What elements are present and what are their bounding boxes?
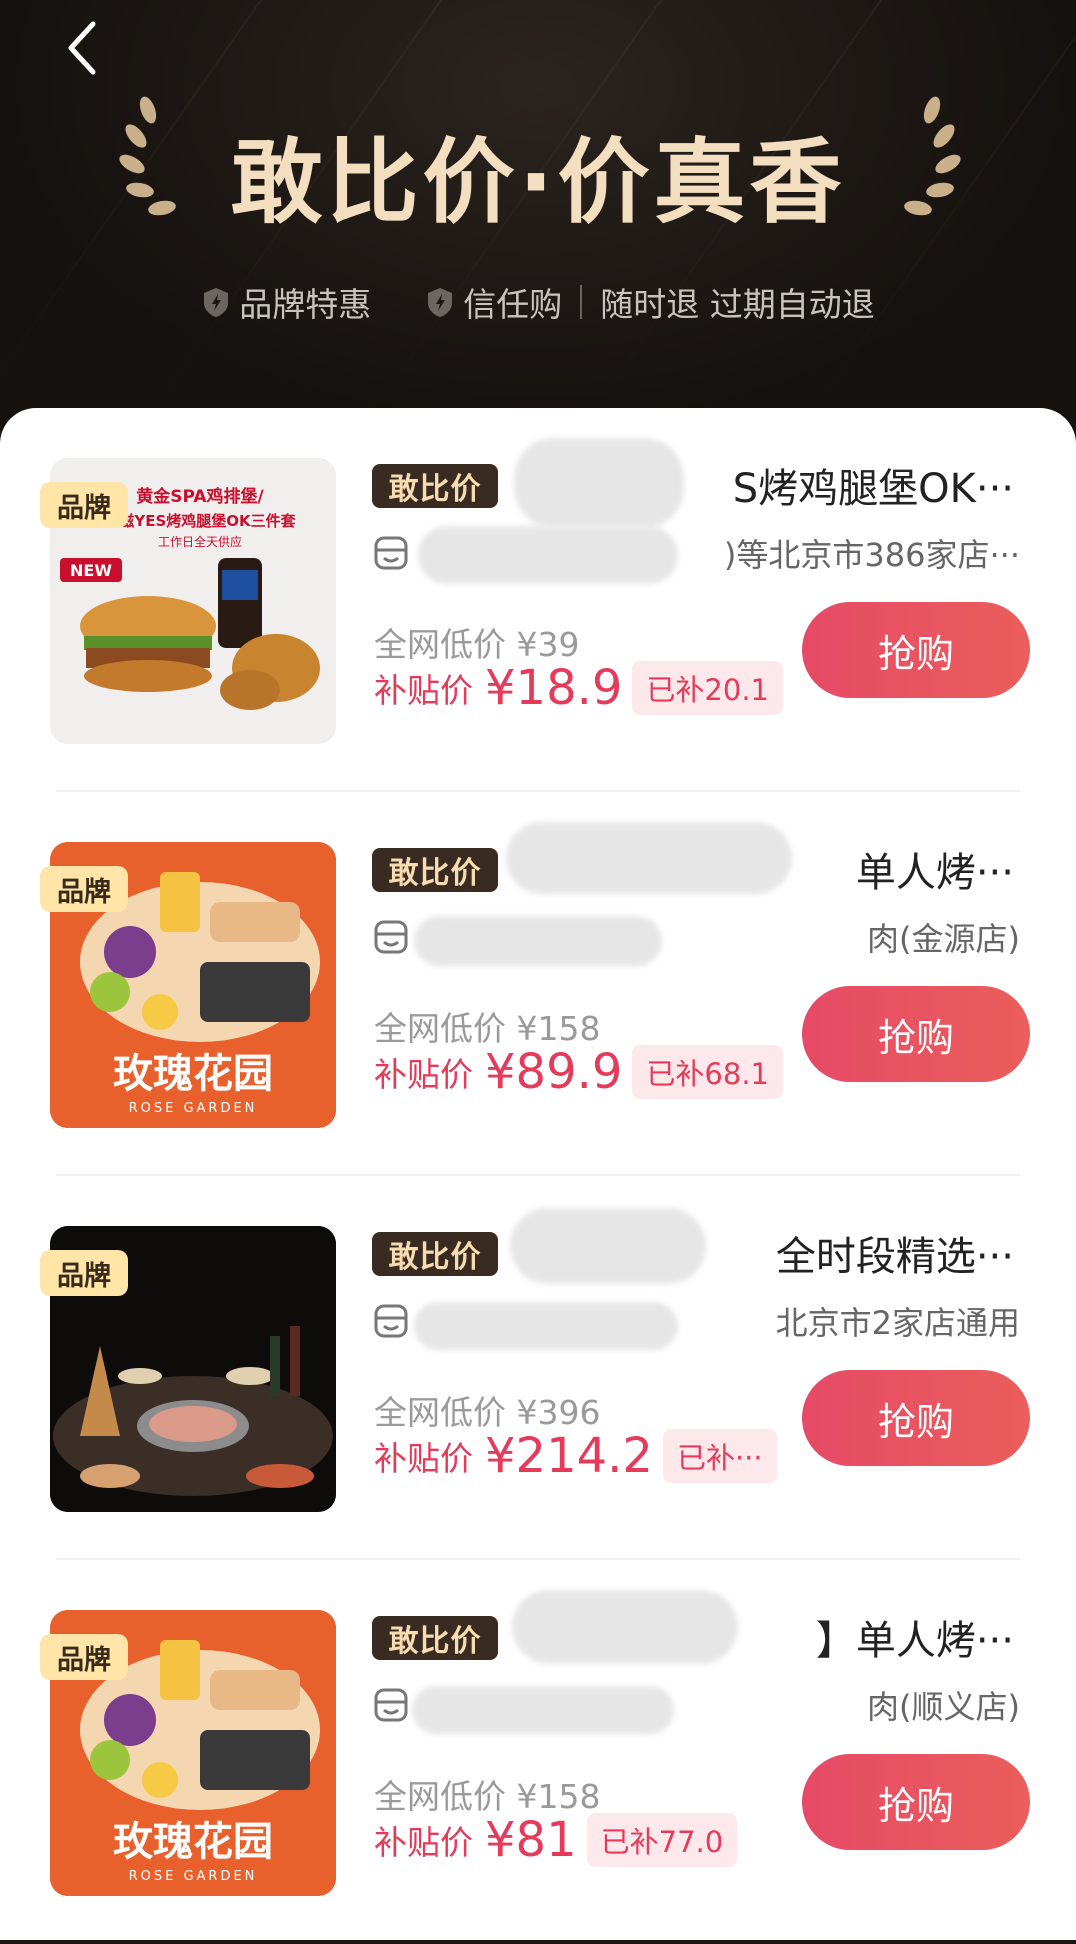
subsidy-price-row: 补贴价 ¥81 已补77.0 <box>374 1812 738 1868</box>
buy-button[interactable]: 抢购 <box>802 986 1030 1082</box>
brand-name: 玫瑰花园 <box>113 1819 273 1865</box>
subsidy-label: 补贴价 <box>374 671 473 710</box>
feature-trust-buy: 信任购 <box>425 278 562 326</box>
redaction-blur <box>514 438 684 528</box>
redaction-blur <box>506 822 792 894</box>
redaction-blur <box>418 526 678 584</box>
subsidy-price-row: 补贴价 ¥18.9 已补20.1 <box>374 660 783 716</box>
redaction-blur <box>512 1590 738 1664</box>
brand-tag: 品牌 <box>40 1634 128 1680</box>
brand-tag: 品牌 <box>40 866 128 912</box>
redaction-blur <box>414 1302 678 1350</box>
subsidy-price: ¥214.2 <box>485 1428 653 1484</box>
saved-amount-badge: 已补77.0 <box>586 1813 738 1867</box>
store-icon <box>374 1304 408 1338</box>
brand-sub: ROSE GARDEN <box>129 1869 258 1884</box>
subsidy-price-row: 补贴价 ¥214.2 已补··· <box>374 1428 777 1484</box>
shield-bolt-icon <box>204 288 229 317</box>
subsidy-label: 补贴价 <box>374 1439 473 1478</box>
divider <box>580 285 583 319</box>
original-price: 全网低价 ¥158 <box>374 1009 601 1048</box>
back-button[interactable] <box>62 18 102 78</box>
new-label: NEW <box>70 561 112 580</box>
page-title: 敢比价·价真香 <box>230 129 846 236</box>
store-icon <box>374 1688 408 1722</box>
brand-sub: ROSE GARDEN <box>129 1101 258 1116</box>
price-compare-badge: 敢比价 <box>372 848 498 892</box>
deal-card[interactable]: 玫瑰花园 ROSE GARDEN 品牌 敢比价 】单人烤··· 肉(顺义店) 全… <box>0 1560 1076 1944</box>
store-icon <box>374 920 408 954</box>
image-text: 工作日全天供应 <box>158 534 242 549</box>
deal-card[interactable]: 玫瑰花园 ROSE GARDEN 品牌 敢比价 单人烤··· ‍肉(金源店) 全… <box>0 792 1076 1176</box>
redaction-blur <box>412 1686 674 1734</box>
store-icon <box>374 536 408 570</box>
buy-button[interactable]: 抢购 <box>802 1370 1030 1466</box>
original-price: 全网低价 ¥396 <box>374 1393 601 1432</box>
header-banner: 敢比价·价真香 品牌特惠 信任购 随时退 过期自动退 <box>0 0 1076 430</box>
feature-label: 品牌特惠 <box>239 285 372 324</box>
price-compare-badge: 敢比价 <box>372 1232 498 1276</box>
deal-list: 黄金SPA鸡排堡/ 滋滋YES烤鸡腿堡OK三件套 工作日全天供应 NEW 品牌 … <box>0 408 1076 1940</box>
feature-label: 信任购 <box>463 285 563 324</box>
subsidy-price: ¥18.9 <box>485 660 623 716</box>
saved-amount-badge: 已补··· <box>662 1429 777 1483</box>
subsidy-price-row: 补贴价 ¥89.9 已补68.1 <box>374 1044 783 1100</box>
subsidy-label: 补贴价 <box>374 1823 473 1862</box>
saved-amount-badge: 已补68.1 <box>632 1045 783 1099</box>
subsidy-price: ¥81 <box>485 1812 577 1868</box>
redaction-blur <box>414 916 662 966</box>
subsidy-price: ¥89.9 <box>485 1044 623 1100</box>
price-compare-badge: 敢比价 <box>372 1616 498 1660</box>
redaction-blur <box>510 1208 706 1284</box>
brand-name: 玫瑰花园 <box>113 1051 273 1097</box>
subsidy-label: 补贴价 <box>374 1055 473 1094</box>
store-info: ‍肉(金源店) <box>867 920 1020 958</box>
feature-brand-deal: 品牌特惠 <box>201 278 371 326</box>
brand-tag: 品牌 <box>40 482 128 528</box>
buy-button[interactable]: 抢购 <box>802 1754 1030 1850</box>
feature-strip: 品牌特惠 信任购 随时退 过期自动退 <box>0 278 1076 326</box>
shield-bolt-icon <box>428 288 453 317</box>
feature-label: 随时退 过期自动退 <box>600 285 875 324</box>
deal-card[interactable]: 黄金SPA鸡排堡/ 滋滋YES烤鸡腿堡OK三件套 工作日全天供应 NEW 品牌 … <box>0 408 1076 792</box>
image-text: 滋滋YES烤鸡腿堡OK三件套 <box>104 512 296 530</box>
chevron-left-icon <box>68 21 96 75</box>
brand-tag: 品牌 <box>40 1250 128 1296</box>
original-price: 全网低价 ¥158 <box>374 1777 601 1816</box>
feature-refund: 随时退 过期自动退 <box>600 278 875 326</box>
original-price: 全网低价 ¥39 <box>374 625 580 664</box>
image-text: 黄金SPA鸡排堡/ <box>136 486 264 507</box>
buy-button[interactable]: 抢购 <box>802 602 1030 698</box>
deal-card[interactable]: 品牌 敢比价 全时段精选··· 北京市2家店通用 全网低价 ¥396 补贴价 ¥… <box>0 1176 1076 1560</box>
price-compare-badge: 敢比价 <box>372 464 498 508</box>
saved-amount-badge: 已补20.1 <box>632 661 783 715</box>
